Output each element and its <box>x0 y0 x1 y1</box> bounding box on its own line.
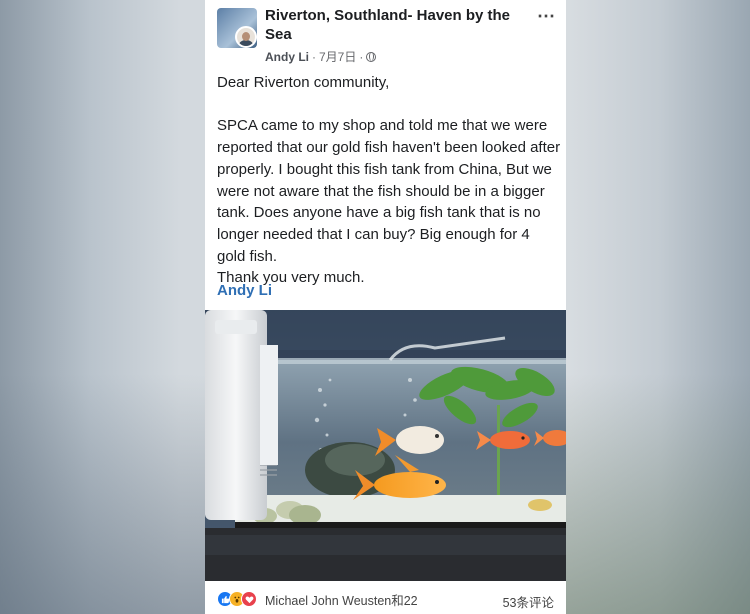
more-options-icon[interactable]: ⋯ <box>537 6 556 27</box>
love-icon <box>241 591 257 607</box>
post-body-text: Dear Riverton community, SPCA came to my… <box>217 74 561 287</box>
facebook-post-card: Riverton, Southland- Haven by the Sea An… <box>205 0 566 614</box>
reaction-icons[interactable] <box>217 591 261 607</box>
signature-link[interactable]: Andy Li <box>217 282 272 299</box>
post-date-link[interactable]: 7月7日 <box>319 48 356 65</box>
author-avatar[interactable] <box>235 26 257 48</box>
post-header: Riverton, Southland- Haven by the Sea An… <box>205 0 566 70</box>
post-meta: Andy Li · 7月7日 · <box>265 48 377 65</box>
fish-tank-photo[interactable] <box>205 310 566 581</box>
meta-separator: · <box>359 49 364 64</box>
fish-tank-illustration <box>205 310 566 581</box>
background-right <box>565 374 750 614</box>
comments-count[interactable]: 53条评论 <box>503 592 554 611</box>
background-left <box>0 374 205 614</box>
author-name-link[interactable]: Andy Li <box>265 50 309 64</box>
reactions-bar: Michael John Weusten和22 53条评论 <box>205 584 566 614</box>
reactors-text[interactable]: Michael John Weusten和22 <box>265 590 418 609</box>
globe-icon <box>366 51 377 62</box>
page-name-link[interactable]: Riverton, Southland- Haven by the Sea <box>265 6 515 44</box>
meta-separator: · <box>312 49 316 64</box>
